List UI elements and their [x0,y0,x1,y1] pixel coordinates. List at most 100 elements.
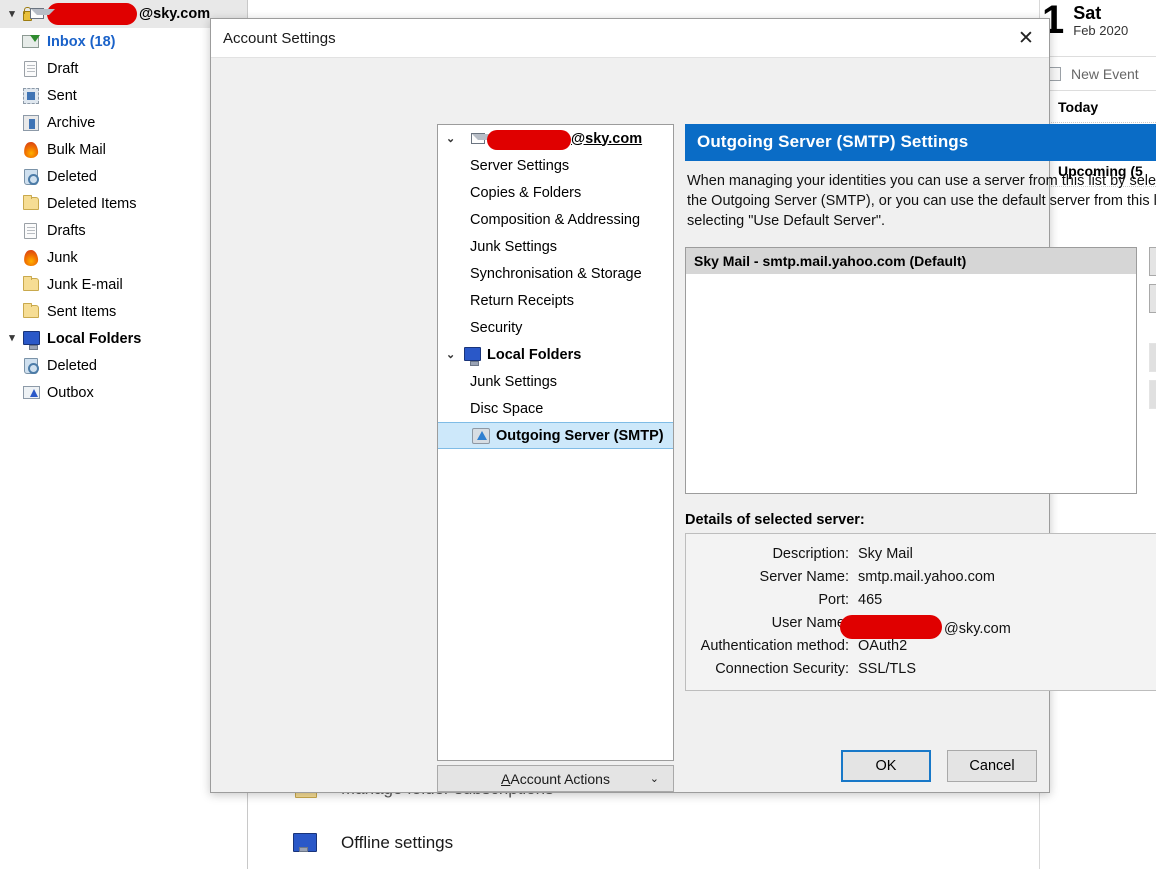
chevron-down-icon[interactable]: ▾ [4,333,20,344]
sidebar-item-label: Archive [47,115,95,131]
tree-item-label: Copies & Folders [470,185,581,201]
outbox-icon [20,383,42,403]
new-event-label: New Event [1071,66,1139,82]
tree-item-outgoing-server-smtp[interactable]: Outgoing Server (SMTP) [438,422,673,449]
sidebar-item-label: Drafts [47,223,86,239]
smtp-server-row[interactable]: Sky Mail - smtp.mail.yahoo.com (Default) [686,248,1136,274]
panel-description: When managing your identities you can us… [685,161,1156,231]
calendar-section-today[interactable]: ▾Today [1040,91,1156,123]
screen: ▾ @sky.com ▾Inbox (18)▾Draft▾Sent▾Archiv… [0,0,1156,869]
ok-button[interactable]: OK [841,750,931,782]
redaction-block [487,130,571,150]
detail-row: Server Name:smtp.mail.yahoo.com [686,565,1156,588]
remove-button: Remove [1149,343,1156,372]
tree-item-label: Junk Settings [470,374,557,390]
detail-label: Connection Security: [686,661,858,677]
chevron-down-icon: ⌄ [650,772,659,785]
server-list-area: Sky Mail - smtp.mail.yahoo.com (Default)… [685,247,1156,494]
account-actions-label: Account Actions [510,771,610,787]
tree-item-sky-com[interactable]: ⌄ @sky.com [438,125,673,152]
tree-item-label: Synchronisation & Storage [470,266,642,282]
tree-item-label: Server Settings [470,158,569,174]
tree-item-label: Security [470,320,522,336]
tree-item-disc-space[interactable]: Disc Space [438,395,673,422]
smtp-server-list[interactable]: Sky Mail - smtp.mail.yahoo.com (Default) [685,247,1137,494]
tree-item-label: Composition & Addressing [470,212,640,228]
detail-value: smtp.mail.yahoo.com [858,569,995,585]
detail-label: Authentication method: [686,638,858,654]
sidebar-item-label: Outbox [47,385,94,401]
detail-label: Description: [686,546,858,562]
tree-item-copies-folders[interactable]: Copies & Folders [438,179,673,206]
sidebar-account-label: @sky.com [139,6,210,22]
inbox-icon [20,32,42,52]
tree-item-label: @sky.com [571,131,642,147]
detail-row: User Name:@sky.com [686,611,1156,634]
sidebar-item-label: Bulk Mail [47,142,106,158]
detail-label: Port: [686,592,858,608]
envelope-lock-icon [20,4,42,24]
tree-item-server-settings[interactable]: Server Settings [438,152,673,179]
calendar-section-label: Today [1058,99,1098,115]
cancel-button[interactable]: Cancel [947,750,1037,782]
offline-settings-label: Offline settings [341,833,453,853]
tree-item-return-receipts[interactable]: Return Receipts [438,287,673,314]
dialog-body: ⌄@sky.comServer SettingsCopies & Folders… [211,58,1049,794]
offline-settings-row[interactable]: Offline settings [289,830,453,856]
monitor-icon [289,830,329,856]
detail-label: Server Name: [686,569,858,585]
settings-tree[interactable]: ⌄ @sky.comServer Settings Copies & Folders… [437,124,674,761]
smtp-settings-panel: Outgoing Server (SMTP) Settings When man… [685,124,1156,691]
sent-icon [20,86,42,106]
monitor-icon [20,329,42,349]
folder-icon [20,302,42,322]
trash-icon [20,167,42,187]
tree-item-local-folders[interactable]: ⌄ Local Folders [438,341,673,368]
tree-item-label: Return Receipts [470,293,574,309]
sidebar-item-label: Deleted [47,358,97,374]
document-icon [20,221,42,241]
sidebar-item-label: Junk [47,250,78,266]
add-button[interactable]: AdAdd... [1149,247,1156,276]
tree-item-junk-settings[interactable]: Junk Settings [438,233,673,260]
tree-item-composition-addressing[interactable]: Composition & Addressing [438,206,673,233]
account-settings-dialog: Account Settings ✕ ⌄@sky.comServer Setti… [210,18,1050,793]
calendar-day-of-week: Sat [1073,0,1128,23]
trash-icon [20,356,42,376]
tree-item-junk-settings[interactable]: Junk Settings [438,368,673,395]
set-default-button: Set Default [1149,380,1156,409]
edit-button[interactable]: EEdit... [1149,284,1156,313]
cancel-button-label: Cancel [969,758,1014,774]
tree-item-label: Disc Space [470,401,543,417]
tree-item-label: Outgoing Server (SMTP) [496,428,664,444]
document-icon [20,59,42,79]
chevron-down-icon[interactable]: ⌄ [446,132,461,145]
calendar-header: 1 Sat Feb 2020 [1040,0,1156,57]
close-icon[interactable]: ✕ [1009,23,1043,53]
chevron-down-icon[interactable]: ⌄ [446,348,461,361]
upload-icon [470,426,492,446]
server-action-buttons: AdAdd... EEdit... Remove Set Default [1149,247,1156,417]
tree-item-synchronisation-storage[interactable]: Synchronisation & Storage [438,260,673,287]
dialog-title-bar: Account Settings ✕ [211,19,1049,58]
flame-icon [20,140,42,160]
flame-icon [20,248,42,268]
chevron-down-icon[interactable]: ▾ [4,9,20,20]
dialog-title: Account Settings [223,30,1009,47]
sidebar-item-label: Deleted Items [47,196,136,212]
account-actions-button[interactable]: AAccount Actions ⌄ [437,765,674,792]
sidebar-item-label: Draft [47,61,78,77]
tree-item-security[interactable]: Security [438,314,673,341]
details-title: Details of selected server: [685,512,1156,528]
tree-item-label: Local Folders [487,347,581,363]
panel-title: Outgoing Server (SMTP) Settings [685,124,1156,161]
envelope-lock-icon [461,129,483,149]
detail-value: 465 [858,592,882,608]
sidebar-local-folders-label: Local Folders [47,331,141,347]
redaction-block [47,3,137,25]
sidebar-item-label: Sent [47,88,77,104]
sidebar-item-label: Junk E-mail [47,277,123,293]
new-event-button[interactable]: New Event [1040,57,1156,91]
detail-value: @sky.com [858,609,1027,637]
redaction-block [840,615,942,639]
